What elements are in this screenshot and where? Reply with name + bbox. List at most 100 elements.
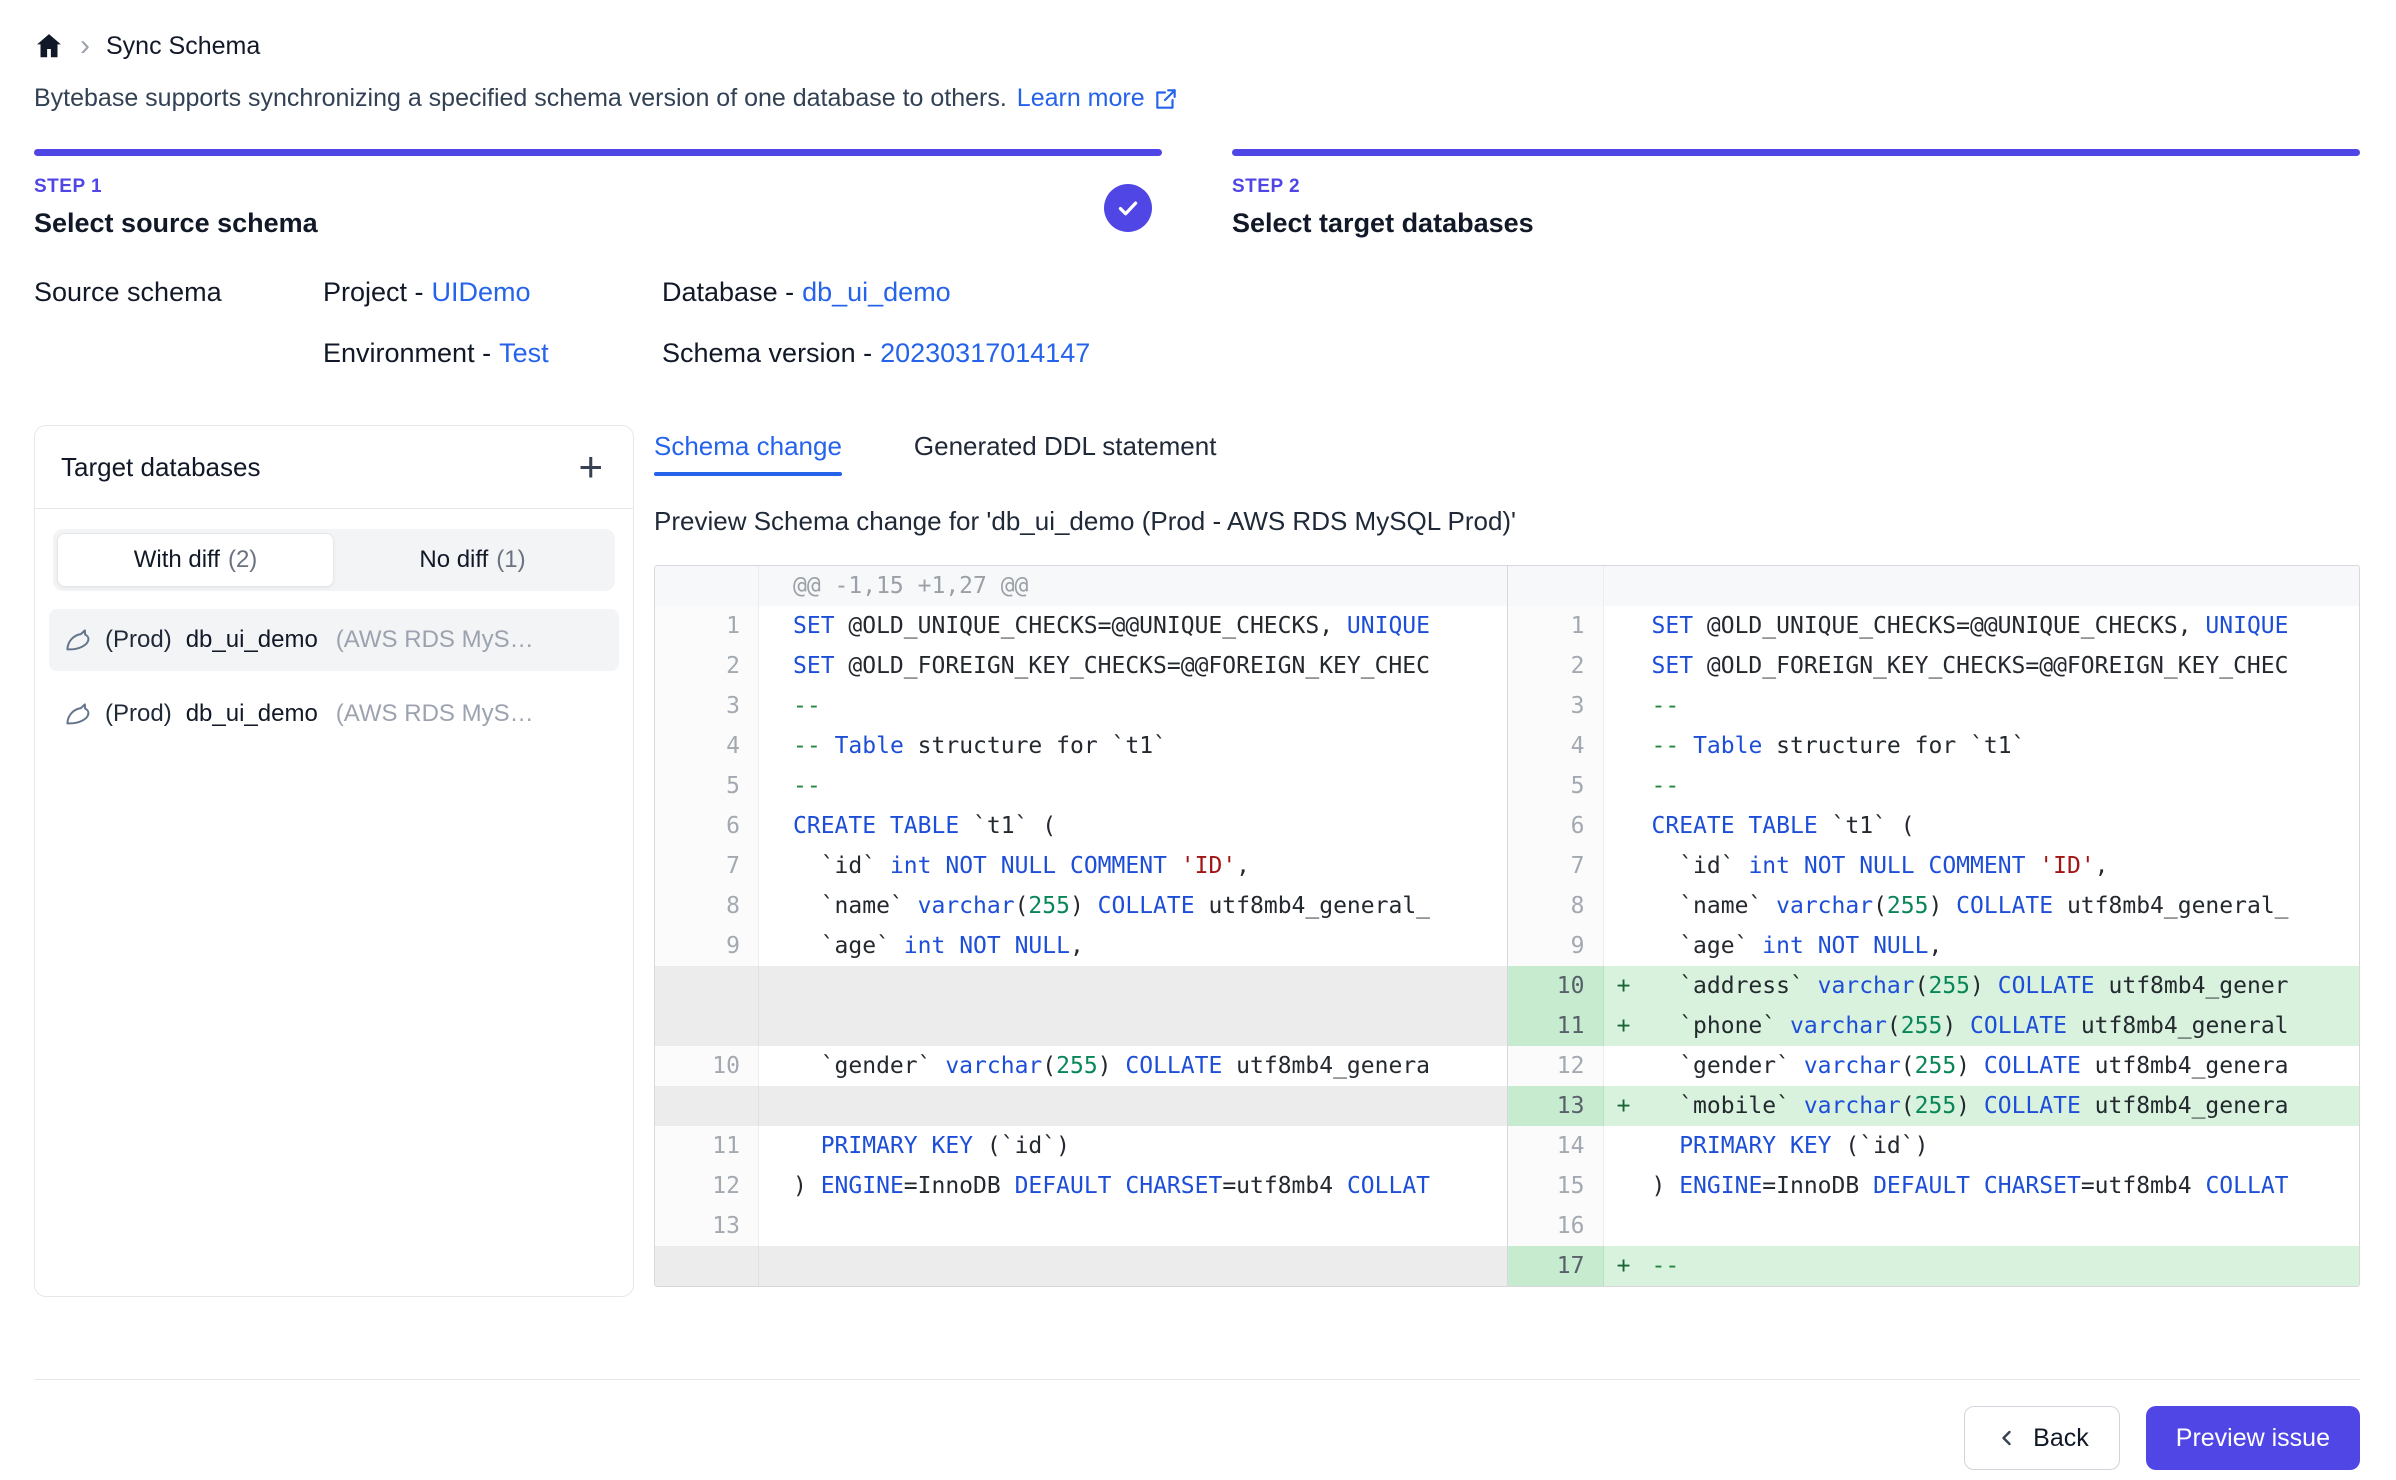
diff-row: 9 `age` int NOT NULL, <box>1508 926 2360 966</box>
source-schema-version: Schema version - 20230317014147 <box>662 338 2360 369</box>
diff-row: 1SET @OLD_UNIQUE_CHECKS=@@UNIQUE_CHECKS,… <box>655 606 1507 646</box>
source-schema-section: Source schema Project - UIDemo Database -… <box>34 277 2360 369</box>
diff-row: 2SET @OLD_FOREIGN_KEY_CHECKS=@@FOREIGN_K… <box>655 646 1507 686</box>
diff-row: 7 `id` int NOT NULL COMMENT 'ID', <box>655 846 1507 886</box>
tab-with-diff[interactable]: With diff (2) <box>57 533 334 587</box>
diff-row: 2SET @OLD_FOREIGN_KEY_CHECKS=@@FOREIGN_K… <box>1508 646 2360 686</box>
environment-link[interactable]: Test <box>499 338 549 368</box>
diff-row: @@ -1,15 +1,27 @@ <box>655 566 1507 606</box>
database-list: (Prod) db_ui_demo (AWS RDS MyS… (Prod) d… <box>35 605 633 749</box>
stepper: STEP 1 Select source schema STEP 2 Selec… <box>34 149 2360 239</box>
diff-row: 13 <box>655 1206 1507 1246</box>
schema-version-label: Schema version - <box>662 338 872 368</box>
diff-row: 8 `name` varchar(255) COLLATE utf8mb4_ge… <box>1508 886 2360 926</box>
diff-row: 12) ENGINE=InnoDB DEFAULT CHARSET=utf8mb… <box>655 1166 1507 1206</box>
database-environment: (Prod) <box>105 626 172 654</box>
step-complete-badge <box>1104 184 1152 232</box>
database-instance: (AWS RDS MyS… <box>336 626 534 654</box>
back-button-label: Back <box>2033 1424 2089 1453</box>
database-label: Database - <box>662 277 794 307</box>
diff-row: 13+ `mobile` varchar(255) COLLATE utf8mb… <box>1508 1086 2360 1126</box>
diff-row: 1SET @OLD_UNIQUE_CHECKS=@@UNIQUE_CHECKS,… <box>1508 606 2360 646</box>
database-item[interactable]: (Prod) db_ui_demo (AWS RDS MyS… <box>49 683 619 745</box>
external-link-icon <box>1153 86 1179 112</box>
diff-viewer: @@ -1,15 +1,27 @@1SET @OLD_UNIQUE_CHECKS… <box>654 565 2360 1287</box>
tab-with-diff-label: With diff <box>134 546 220 573</box>
sync-schema-page: › Sync Schema Bytebase supports synchron… <box>0 0 2396 1470</box>
diff-row: 15) ENGINE=InnoDB DEFAULT CHARSET=utf8mb… <box>1508 1166 2360 1206</box>
tab-schema-change[interactable]: Schema change <box>654 431 842 476</box>
page-title: Sync Schema <box>106 32 260 61</box>
diff-row: 11 PRIMARY KEY (`id`) <box>655 1126 1507 1166</box>
diff-row: 6CREATE TABLE `t1` ( <box>655 806 1507 846</box>
description-text: Bytebase supports synchronizing a specif… <box>34 84 1007 113</box>
learn-more-link[interactable]: Learn more <box>1017 84 1179 113</box>
check-icon <box>1115 195 1141 221</box>
preview-title: Preview Schema change for 'db_ui_demo (P… <box>654 506 2360 537</box>
schema-preview-panel: Schema change Generated DDL statement Pr… <box>654 425 2360 1287</box>
step-2-label: STEP 2 <box>1232 176 1534 198</box>
tab-no-diff-label: No diff <box>419 546 488 573</box>
diff-row: 7 `id` int NOT NULL COMMENT 'ID', <box>1508 846 2360 886</box>
diff-row: 10+ `address` varchar(255) COLLATE utf8m… <box>1508 966 2360 1006</box>
project-label: Project - <box>323 277 424 307</box>
diff-row: 6CREATE TABLE `t1` ( <box>1508 806 2360 846</box>
step-2: STEP 2 Select target databases <box>1232 149 2360 239</box>
database-instance: (AWS RDS MyS… <box>336 700 534 728</box>
diff-row: 14 PRIMARY KEY (`id`) <box>1508 1126 2360 1166</box>
diff-pane-left[interactable]: @@ -1,15 +1,27 @@1SET @OLD_UNIQUE_CHECKS… <box>655 566 1508 1286</box>
database-link[interactable]: db_ui_demo <box>802 277 951 307</box>
home-icon[interactable] <box>34 31 64 61</box>
diff-pane-right[interactable]: 1SET @OLD_UNIQUE_CHECKS=@@UNIQUE_CHECKS,… <box>1508 566 2360 1286</box>
breadcrumb-separator-icon: › <box>80 31 90 61</box>
diff-row <box>655 1006 1507 1046</box>
step-1: STEP 1 Select source schema <box>34 149 1162 239</box>
preview-issue-button[interactable]: Preview issue <box>2146 1406 2360 1470</box>
step-1-title: Select source schema <box>34 208 318 239</box>
database-environment: (Prod) <box>105 700 172 728</box>
preview-tabs: Schema change Generated DDL statement <box>654 431 2360 476</box>
tab-no-diff[interactable]: No diff (1) <box>334 533 611 587</box>
source-schema-label: Source schema <box>34 277 323 308</box>
page-description: Bytebase supports synchronizing a specif… <box>34 84 2360 113</box>
mysql-icon <box>63 699 93 729</box>
diff-filter-tabs: With diff (2) No diff (1) <box>53 529 615 591</box>
step-1-label: STEP 1 <box>34 176 318 198</box>
diff-row: 9 `age` int NOT NULL, <box>655 926 1507 966</box>
diff-row: 3-- <box>655 686 1507 726</box>
add-target-database-button[interactable]: + <box>574 446 607 488</box>
learn-more-label: Learn more <box>1017 84 1145 113</box>
breadcrumb: › Sync Schema <box>34 24 2360 68</box>
target-databases-title: Target databases <box>61 452 260 483</box>
diff-row: 3-- <box>1508 686 2360 726</box>
database-name: db_ui_demo <box>186 700 318 728</box>
diff-row: 4-- Table structure for `t1` <box>655 726 1507 766</box>
tab-no-diff-count: (1) <box>496 546 525 573</box>
diff-row: 17+-- <box>1508 1246 2360 1286</box>
footer-actions: Back Preview issue <box>34 1379 2360 1470</box>
database-item[interactable]: (Prod) db_ui_demo (AWS RDS MyS… <box>49 609 619 671</box>
chevron-left-icon <box>1995 1426 2019 1450</box>
diff-row: 10 `gender` varchar(255) COLLATE utf8mb4… <box>655 1046 1507 1086</box>
diff-row: 5-- <box>1508 766 2360 806</box>
diff-row <box>1508 566 2360 606</box>
tab-generated-ddl[interactable]: Generated DDL statement <box>914 431 1217 476</box>
environment-label: Environment - <box>323 338 491 368</box>
back-button[interactable]: Back <box>1964 1406 2120 1470</box>
target-databases-panel: Target databases + With diff (2) No diff (… <box>34 425 634 1297</box>
diff-row: 16 <box>1508 1206 2360 1246</box>
schema-version-link[interactable]: 20230317014147 <box>880 338 1090 368</box>
main-content: Target databases + With diff (2) No diff (… <box>34 425 2360 1297</box>
diff-row <box>655 966 1507 1006</box>
diff-row <box>655 1246 1507 1286</box>
database-name: db_ui_demo <box>186 626 318 654</box>
step-2-progress-bar <box>1232 149 2360 156</box>
tab-with-diff-count: (2) <box>228 546 257 573</box>
diff-row: 11+ `phone` varchar(255) COLLATE utf8mb4… <box>1508 1006 2360 1046</box>
project-link[interactable]: UIDemo <box>432 277 531 307</box>
diff-row: 5-- <box>655 766 1507 806</box>
diff-row: 8 `name` varchar(255) COLLATE utf8mb4_ge… <box>655 886 1507 926</box>
diff-row <box>655 1086 1507 1126</box>
source-project: Project - UIDemo <box>323 277 662 308</box>
source-environment: Environment - Test <box>323 338 662 369</box>
